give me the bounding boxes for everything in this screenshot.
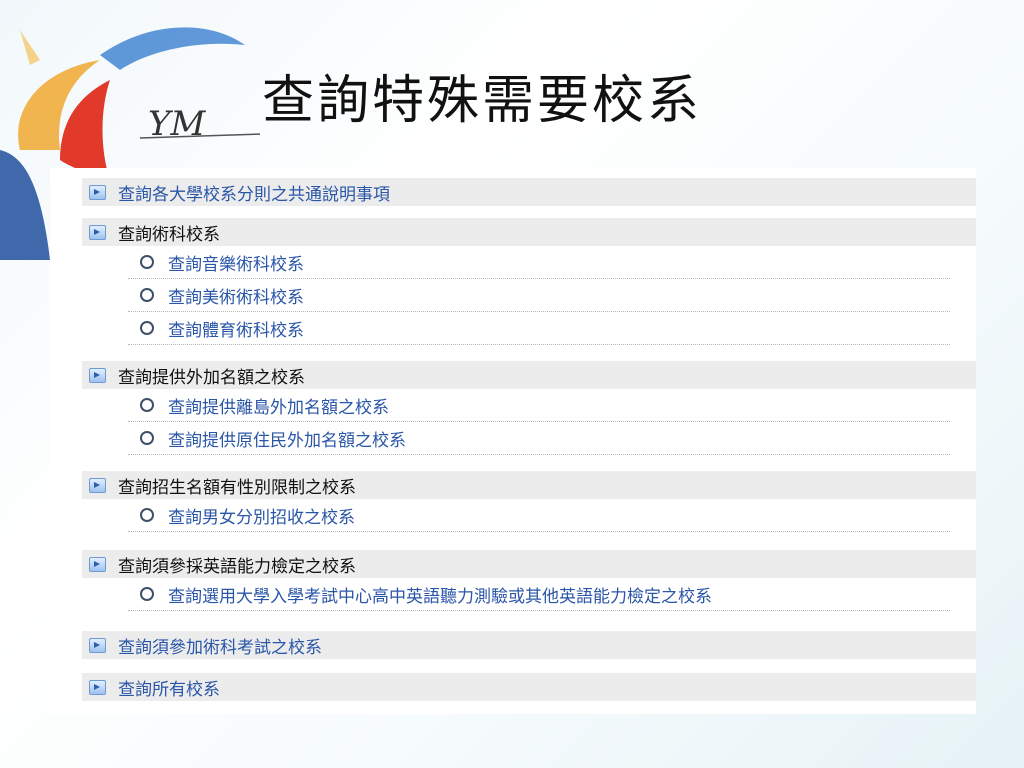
menu-item-label[interactable]: 查詢選用大學入學考試中心高中英語聽力測驗或其他英語能力檢定之校系 bbox=[168, 582, 712, 607]
section-label[interactable]: 查詢須參採英語能力檢定之校系 bbox=[118, 552, 356, 577]
menu-section: 查詢各大學校系分則之共通說明事項 bbox=[82, 178, 976, 206]
menu-item-link[interactable]: 查詢體育術科校系 bbox=[128, 312, 950, 345]
menu-section: 查詢須參加術科考試之校系 bbox=[82, 631, 976, 659]
expand-arrow-icon[interactable] bbox=[89, 184, 106, 200]
menu-item-label[interactable]: 查詢美術術科校系 bbox=[168, 283, 304, 308]
section-header[interactable]: 查詢術科校系 bbox=[82, 218, 976, 246]
expand-arrow-icon[interactable] bbox=[89, 637, 106, 653]
expand-arrow-icon[interactable] bbox=[89, 477, 106, 493]
section-header[interactable]: 查詢所有校系 bbox=[82, 673, 976, 701]
section-header[interactable]: 查詢須參採英語能力檢定之校系 bbox=[82, 550, 976, 578]
menu-section: 查詢招生名額有性別限制之校系查詢男女分別招收之校系 bbox=[82, 471, 976, 532]
section-header[interactable]: 查詢提供外加名額之校系 bbox=[82, 361, 976, 389]
menu-item-link[interactable]: 查詢音樂術科校系 bbox=[128, 246, 950, 279]
menu-item-link[interactable]: 查詢男女分別招收之校系 bbox=[128, 499, 950, 532]
expand-arrow-icon[interactable] bbox=[89, 679, 106, 695]
section-header[interactable]: 查詢須參加術科考試之校系 bbox=[82, 631, 976, 659]
section-label[interactable]: 查詢提供外加名額之校系 bbox=[118, 363, 305, 388]
radio-ring-icon bbox=[140, 321, 154, 335]
expand-arrow-icon[interactable] bbox=[89, 367, 106, 383]
menu-section: 查詢術科校系查詢音樂術科校系 查詢美術術科校系 查詢體育術科校系 bbox=[82, 218, 976, 345]
menu-item-label[interactable]: 查詢提供離島外加名額之校系 bbox=[168, 393, 389, 418]
section-label[interactable]: 查詢各大學校系分則之共通說明事項 bbox=[118, 180, 390, 205]
section-header[interactable]: 查詢各大學校系分則之共通說明事項 bbox=[82, 178, 976, 206]
menu-section: 查詢須參採英語能力檢定之校系查詢選用大學入學考試中心高中英語聽力測驗或其他英語能… bbox=[82, 550, 976, 611]
radio-ring-icon bbox=[140, 288, 154, 302]
section-label[interactable]: 查詢須參加術科考試之校系 bbox=[118, 633, 322, 658]
menu-item-label[interactable]: 查詢體育術科校系 bbox=[168, 316, 304, 341]
section-label[interactable]: 查詢所有校系 bbox=[118, 675, 220, 700]
radio-ring-icon bbox=[140, 398, 154, 412]
menu-panel: 查詢各大學校系分則之共通說明事項 查詢術科校系 查詢音樂術科校系 查詢美術術科校系 查詢… bbox=[50, 168, 976, 714]
menu-section: 查詢提供外加名額之校系查詢提供離島外加名額之校系 查詢提供原住民外加名額之校系 bbox=[82, 361, 976, 455]
radio-ring-icon bbox=[140, 508, 154, 522]
menu-item-label[interactable]: 查詢音樂術科校系 bbox=[168, 250, 304, 275]
radio-ring-icon bbox=[140, 587, 154, 601]
menu-item-label[interactable]: 查詢提供原住民外加名額之校系 bbox=[168, 426, 406, 451]
section-label[interactable]: 查詢招生名額有性別限制之校系 bbox=[118, 473, 356, 498]
expand-arrow-icon[interactable] bbox=[89, 224, 106, 240]
page-title: 查詢特殊需要校系 bbox=[262, 71, 703, 131]
expand-arrow-icon[interactable] bbox=[89, 556, 106, 572]
menu-item-link[interactable]: 查詢提供原住民外加名額之校系 bbox=[128, 422, 950, 455]
radio-ring-icon bbox=[140, 431, 154, 445]
section-header[interactable]: 查詢招生名額有性別限制之校系 bbox=[82, 471, 976, 499]
menu-item-link[interactable]: 查詢選用大學入學考試中心高中英語聽力測驗或其他英語能力檢定之校系 bbox=[128, 578, 950, 611]
menu-item-link[interactable]: 查詢提供離島外加名額之校系 bbox=[128, 389, 950, 422]
section-label[interactable]: 查詢術科校系 bbox=[118, 220, 220, 245]
menu-item-link[interactable]: 查詢美術術科校系 bbox=[128, 279, 950, 312]
radio-ring-icon bbox=[140, 255, 154, 269]
menu-item-label[interactable]: 查詢男女分別招收之校系 bbox=[168, 503, 355, 528]
menu-section: 查詢所有校系 bbox=[82, 673, 976, 701]
